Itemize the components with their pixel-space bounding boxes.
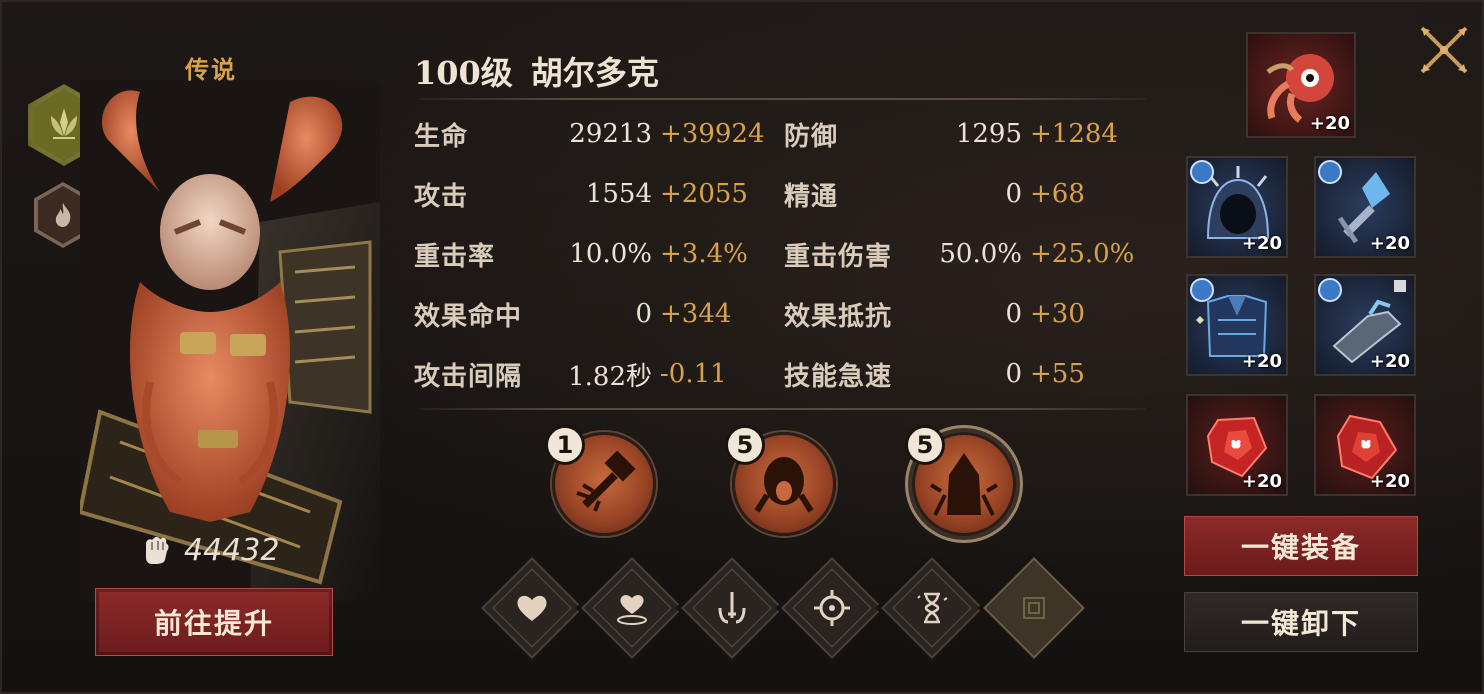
crosshair-icon xyxy=(814,590,850,626)
stat-base: 0 xyxy=(1005,179,1022,209)
stat-crit-damage: 重击伤害 50.0% +25.0% xyxy=(784,234,1134,274)
equip-level: +20 xyxy=(1241,233,1282,254)
stat-base: 50.0% xyxy=(939,239,1022,269)
equip-slot-helmet[interactable]: +20 xyxy=(1186,156,1288,258)
divider xyxy=(420,98,1146,100)
equip-level: +20 xyxy=(1241,471,1282,492)
stat-label: 生命 xyxy=(414,121,469,152)
close-icon[interactable] xyxy=(1414,20,1474,80)
heart-icon xyxy=(517,595,547,621)
skill-slot-1[interactable]: 1 xyxy=(545,425,656,536)
stat-base: 1.82秒 xyxy=(568,361,652,392)
go-upgrade-button[interactable]: 前往提升 xyxy=(95,588,333,656)
stat-bonus: +55 xyxy=(1030,359,1085,389)
stat-base: 0 xyxy=(1005,359,1022,389)
stat-label: 效果抵抗 xyxy=(784,301,893,332)
stat-base: 1295 xyxy=(955,119,1022,149)
dwarf-portrait xyxy=(80,82,380,602)
equip-level: +20 xyxy=(1369,233,1410,254)
rarity-label: 传说 xyxy=(185,55,237,84)
fire-icon xyxy=(55,203,71,227)
stat-hp: 生命 29213 +39924 xyxy=(414,114,765,154)
stat-label: 技能急速 xyxy=(784,361,893,392)
heart-ripple-icon xyxy=(617,595,647,625)
equip-slot-amulet[interactable]: +20 xyxy=(1314,156,1416,258)
skill-slot-2[interactable]: 5 xyxy=(725,425,836,536)
power-value: 44432 xyxy=(184,532,280,568)
stat-label: 精通 xyxy=(784,181,839,212)
stat-row: 攻击间隔 1.82秒 -0.11 技能急速 0 +55 xyxy=(414,354,1154,394)
stat-bonus: +68 xyxy=(1030,179,1085,209)
stat-bonus: +3.4% xyxy=(660,239,748,269)
stat-row: 效果命中 0 +344 效果抵抗 0 +30 xyxy=(414,294,1154,334)
stat-defense: 防御 1295 +1284 xyxy=(784,114,1118,154)
stat-base: 0 xyxy=(1005,299,1022,329)
hero-portrait-section: 传说 44432 前往提升 xyxy=(20,32,380,662)
stat-base: 10.0% xyxy=(569,239,652,269)
unequip-all-button[interactable]: 一键卸下 xyxy=(1184,592,1418,652)
stat-label: 重击率 xyxy=(414,241,496,272)
stat-bonus: +39924 xyxy=(660,119,765,149)
stat-label: 攻击间隔 xyxy=(414,361,523,392)
stat-attack: 攻击 1554 +2055 xyxy=(414,174,748,214)
stat-row: 攻击 1554 +2055 精通 0 +68 xyxy=(414,174,1154,214)
stat-row: 重击率 10.0% +3.4% 重击伤害 50.0% +25.0% xyxy=(414,234,1154,274)
skill-level: 5 xyxy=(725,425,765,465)
skill-level: 1 xyxy=(545,425,585,465)
stat-bonus: +2055 xyxy=(660,179,748,209)
stat-bonus: +1284 xyxy=(1030,119,1118,149)
stat-base: 29213 xyxy=(569,119,652,149)
locked-rune-icon xyxy=(1023,597,1045,619)
stat-label: 防御 xyxy=(784,121,839,152)
stat-mastery: 精通 0 +68 xyxy=(784,174,1085,214)
equipped-heart-icon xyxy=(1318,278,1342,302)
equip-slot-gem-1[interactable]: +20 xyxy=(1186,394,1288,496)
stat-skill-haste: 技能急速 0 +55 xyxy=(784,354,1085,394)
equip-slot-gauntlet[interactable]: +20 xyxy=(1314,274,1416,376)
divider xyxy=(420,408,1146,410)
equip-all-button[interactable]: 一键装备 xyxy=(1184,516,1418,576)
stat-effect-hit: 效果命中 0 +344 xyxy=(414,294,731,334)
stat-bonus: +344 xyxy=(660,299,732,329)
combat-power: 44432 xyxy=(138,532,279,568)
stat-label: 攻击 xyxy=(414,181,469,212)
equip-level: +20 xyxy=(1369,351,1410,372)
sword-hands-icon xyxy=(718,592,746,624)
stat-base: 0 xyxy=(635,299,652,329)
fist-icon xyxy=(146,536,169,564)
stat-label: 重击伤害 xyxy=(784,241,893,272)
rune-slot-2[interactable] xyxy=(581,557,683,659)
rune-slot-5[interactable] xyxy=(881,557,983,659)
hero-detail-panel: 传说 44432 前往提升 100级 胡尔多克 生命 29213 +39924 … xyxy=(0,0,1484,694)
equipped-check-icon xyxy=(1190,160,1214,184)
stat-crit-rate: 重击率 10.0% +3.4% xyxy=(414,234,748,274)
equip-slot-gem-2[interactable]: +20 xyxy=(1314,394,1416,496)
equipped-check-icon xyxy=(1318,160,1342,184)
stat-attack-interval: 攻击间隔 1.82秒 -0.11 xyxy=(414,354,727,394)
stat-effect-resist: 效果抵抗 0 +30 xyxy=(784,294,1085,334)
rune-slot-3[interactable] xyxy=(681,557,783,659)
stat-bonus: +25.0% xyxy=(1030,239,1135,269)
hero-title: 100级 胡尔多克 xyxy=(414,48,659,94)
equip-slot-weapon[interactable]: +20 xyxy=(1246,32,1356,138)
rune-slot-4[interactable] xyxy=(781,557,883,659)
stat-bonus: -0.11 xyxy=(660,359,727,389)
rune-slot-6-locked[interactable] xyxy=(983,557,1085,659)
stat-bonus: +30 xyxy=(1030,299,1085,329)
equipped-check-icon xyxy=(1190,278,1214,302)
equip-level: +20 xyxy=(1369,471,1410,492)
stat-base: 1554 xyxy=(585,179,652,209)
stat-label: 效果命中 xyxy=(414,301,523,332)
hero-level: 100级 xyxy=(414,54,513,92)
equip-slot-armor[interactable]: +20 xyxy=(1186,274,1288,376)
skill-slot-3[interactable]: 5 xyxy=(905,425,1016,536)
skill-level: 5 xyxy=(905,425,945,465)
rune-slot-1[interactable] xyxy=(481,557,583,659)
hero-name: 胡尔多克 xyxy=(530,54,659,92)
equip-level: +20 xyxy=(1241,351,1282,372)
equip-level: +20 xyxy=(1309,113,1350,134)
hourglass-icon xyxy=(917,592,948,624)
stat-row: 生命 29213 +39924 防御 1295 +1284 xyxy=(414,114,1154,154)
